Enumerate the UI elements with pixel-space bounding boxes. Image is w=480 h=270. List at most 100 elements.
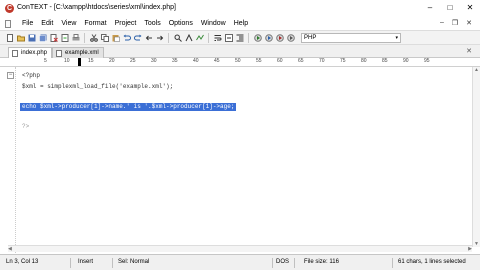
- ruler-tick: 95: [424, 58, 430, 64]
- copy-icon[interactable]: [101, 34, 109, 42]
- menu-view[interactable]: View: [61, 20, 76, 27]
- status-separator: [112, 258, 113, 268]
- save-icon[interactable]: [28, 34, 36, 42]
- ruler-cursor-marker: [78, 58, 81, 66]
- toolbar-separator: [208, 33, 209, 43]
- open-folder-icon[interactable]: [17, 34, 25, 42]
- scroll-up-icon[interactable]: ▲: [474, 67, 479, 73]
- ruler-tick: 85: [382, 58, 388, 64]
- menu-help[interactable]: Help: [234, 20, 248, 27]
- ruler-tick: 60: [277, 58, 283, 64]
- chevron-down-icon: ▾: [395, 35, 398, 41]
- print-icon[interactable]: [72, 34, 80, 42]
- paste-icon[interactable]: [112, 34, 120, 42]
- save-all-icon[interactable]: [39, 34, 47, 42]
- toolbar: PHP ▾: [0, 30, 480, 45]
- fold-toggle-icon[interactable]: −: [7, 72, 14, 79]
- tab-index-php[interactable]: index.php: [8, 47, 53, 58]
- scroll-down-icon[interactable]: ▼: [474, 241, 479, 247]
- column-ruler: 5 10 15 20 25 30 35 40 45 50 55 60 65 70…: [0, 58, 480, 67]
- scroll-right-icon[interactable]: ▶: [468, 246, 472, 252]
- menu-project[interactable]: Project: [115, 20, 137, 27]
- close-file-icon[interactable]: [50, 34, 58, 42]
- find-next-icon[interactable]: [185, 34, 193, 42]
- code-line[interactable]: ?>: [22, 123, 29, 131]
- status-separator: [392, 258, 393, 268]
- maximize-icon[interactable]: □: [446, 3, 454, 13]
- selection-mode: Sel: Normal: [118, 259, 150, 265]
- run-f9-icon[interactable]: [254, 34, 262, 42]
- cut-icon[interactable]: [90, 34, 98, 42]
- menu-options[interactable]: Options: [169, 20, 193, 27]
- cursor-position: Ln 3, Col 13: [6, 259, 39, 265]
- run-f12-icon[interactable]: [287, 34, 295, 42]
- doc-minimize-icon[interactable]: ‒: [440, 19, 444, 27]
- ruler-tick: 15: [88, 58, 94, 64]
- code-line[interactable]: $xml = simplexml_load_file('example.xml'…: [22, 83, 173, 91]
- code-editor[interactable]: − <?php $xml = simplexml_load_file('exam…: [0, 67, 480, 253]
- code-line[interactable]: <?php: [22, 72, 40, 80]
- go-forward-icon[interactable]: [156, 34, 164, 42]
- ruler-tick: 5: [44, 58, 47, 64]
- close-icon[interactable]: ✕: [466, 3, 474, 13]
- reload-icon[interactable]: [61, 34, 69, 42]
- menu-window[interactable]: Window: [201, 20, 226, 27]
- document-window-controls: ‒ ❐ ✕: [440, 19, 472, 27]
- run-f11-icon[interactable]: [276, 34, 284, 42]
- minimize-icon[interactable]: ‒: [426, 3, 434, 13]
- selection-info: 61 chars, 1 lines selected: [398, 259, 466, 265]
- status-separator: [272, 258, 273, 268]
- horizontal-scrollbar[interactable]: ◀ ▶: [8, 245, 472, 252]
- menu-edit[interactable]: Edit: [41, 20, 53, 27]
- menu-bar: File Edit View Format Project Tools Opti…: [0, 18, 480, 30]
- file-icon: [12, 50, 18, 57]
- menu-format[interactable]: Format: [84, 20, 106, 27]
- scroll-left-icon[interactable]: ◀: [8, 246, 12, 252]
- run-f10-icon[interactable]: [265, 34, 273, 42]
- ruler-tick: 20: [109, 58, 115, 64]
- ruler-tick: 50: [235, 58, 241, 64]
- ruler-tick: 65: [298, 58, 304, 64]
- doc-restore-icon[interactable]: ❐: [452, 19, 458, 27]
- ruler-tick: 40: [193, 58, 199, 64]
- indent-icon[interactable]: [236, 34, 244, 42]
- new-file-icon[interactable]: [6, 34, 14, 42]
- status-separator: [70, 258, 71, 268]
- ruler-tick: 80: [361, 58, 367, 64]
- ruler-tick: 10: [64, 58, 70, 64]
- status-bar: Ln 3, Col 13 Insert Sel: Normal DOS File…: [0, 254, 480, 270]
- window-title: ConTEXT - [C:\xampp\htdocs\series\xml\in…: [17, 4, 176, 11]
- ruler-tick: 55: [256, 58, 262, 64]
- language-select[interactable]: PHP ▾: [301, 33, 401, 43]
- insert-mode: Insert: [78, 259, 94, 265]
- file-tabs: index.php example.xml ✕: [0, 45, 480, 58]
- doc-close-icon[interactable]: ✕: [466, 19, 472, 27]
- file-icon: [56, 50, 62, 57]
- find-icon[interactable]: [174, 34, 182, 42]
- status-separator: [294, 258, 295, 268]
- toolbar-separator: [168, 33, 169, 43]
- close-tab-icon[interactable]: ✕: [466, 47, 472, 55]
- menu-file[interactable]: File: [22, 20, 33, 27]
- document-icon[interactable]: [5, 20, 11, 28]
- tab-example-xml[interactable]: example.xml: [52, 47, 104, 58]
- language-value: PHP: [304, 35, 317, 41]
- menu-tools[interactable]: Tools: [144, 20, 160, 27]
- go-back-icon[interactable]: [145, 34, 153, 42]
- tab-label: index.php: [21, 50, 48, 56]
- toolbar-separator: [248, 33, 249, 43]
- ruler-tick: 45: [214, 58, 220, 64]
- redo-icon[interactable]: [134, 34, 142, 42]
- replace-icon[interactable]: [196, 34, 204, 42]
- tab-label: example.xml: [65, 50, 99, 56]
- word-wrap-icon[interactable]: [214, 34, 222, 42]
- window-controls: ‒ □ ✕: [426, 3, 474, 13]
- vertical-scrollbar[interactable]: ▲ ▼: [472, 67, 480, 247]
- title-bar: C ConTEXT - [C:\xampp\htdocs\series\xml\…: [0, 0, 480, 18]
- ruler-tick: 90: [403, 58, 409, 64]
- app-logo-icon: C: [5, 4, 14, 13]
- file-size: File size: 116: [304, 259, 339, 265]
- undo-icon[interactable]: [123, 34, 131, 42]
- toggle-fold-icon[interactable]: [225, 34, 233, 42]
- selected-code-line[interactable]: echo $xml->producer[1]->name.' is '.$xml…: [20, 103, 237, 111]
